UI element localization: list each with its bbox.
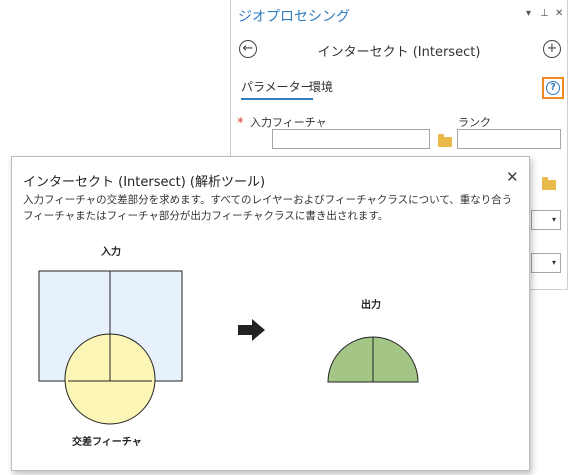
pin-icon[interactable]: ⊥ [540,8,549,19]
help-button[interactable]: ? [542,77,564,99]
tab-environments[interactable]: 環境 [309,78,333,95]
add-icon[interactable]: + [543,40,561,58]
tool-help-popup: インターセクト (Intersect) (解析ツール) ✕ 入力フィーチャの交差… [11,156,530,471]
required-marker: * [237,116,244,131]
intersect-diagram [38,270,419,425]
pane-titlebar: ジオプロセシング ▾ ⊥ ✕ [231,0,567,30]
tool-title: インターセクト (Intersect) [317,45,481,60]
input-features-label: 入力フィーチャ [250,116,327,129]
input-label: 入力 [101,247,121,258]
pane-title: ジオプロセシング [238,9,350,25]
tab-parameters[interactable]: パラメーター [241,78,313,100]
folder-icon[interactable] [438,134,452,147]
tool-header: ← インターセクト (Intersect) + [231,38,567,64]
rank-label: ランク [458,116,491,129]
rank-field[interactable] [457,129,561,149]
dropdown-field[interactable]: ▾ [531,253,561,273]
dropdown-field[interactable]: ▾ [531,210,561,230]
pane-close-icon[interactable]: ✕ [555,8,563,19]
input-features-field[interactable] [272,129,430,149]
intersect-features-label: 交差フィーチャ [72,437,142,448]
arrow-right-icon [238,319,265,341]
folder-icon[interactable] [542,177,556,190]
output-label: 出力 [361,300,381,311]
pane-menu-icon[interactable]: ▾ [526,8,531,19]
help-icon: ? [546,81,560,95]
